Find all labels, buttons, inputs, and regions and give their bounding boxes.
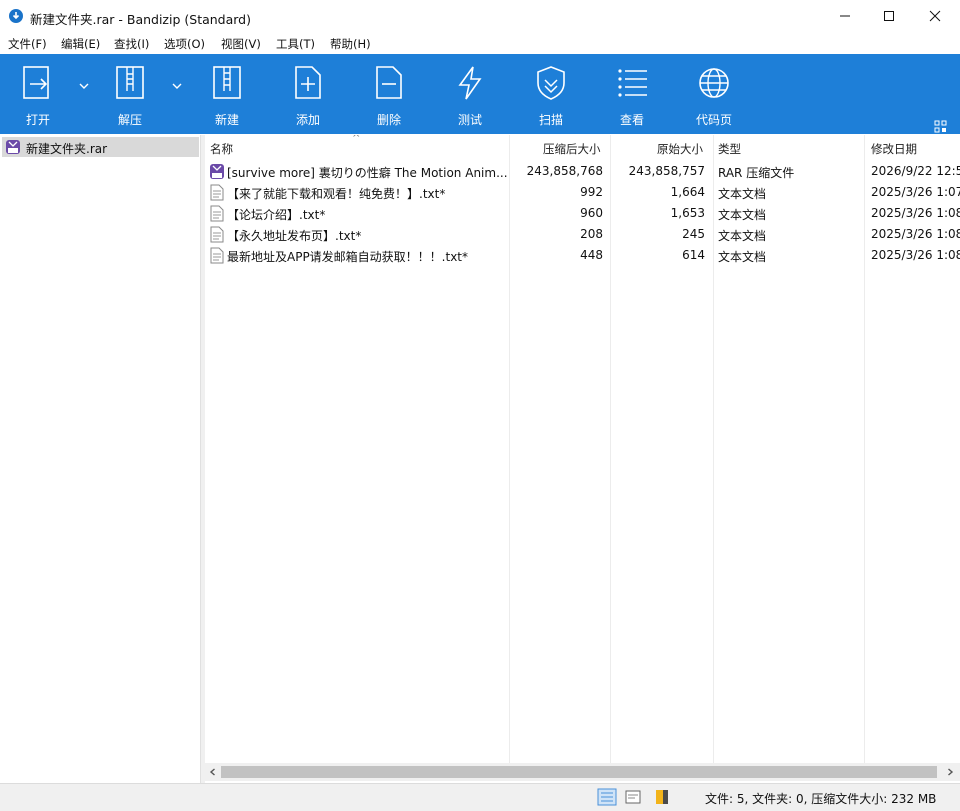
menu-bar: 文件(F) 编辑(E) 查找(I) 选项(O) 视图(V) 工具(T) 帮助(H… [0,32,960,54]
file-original-size: 243,858,757 [628,164,705,178]
file-row[interactable]: [survive more] 裏切りの性癖 The Motion Anim...… [205,161,960,182]
file-original-size: 614 [682,248,705,262]
codepage-globe-icon [699,68,729,98]
preview-pane-icon[interactable] [623,788,643,806]
open-icon [23,66,49,99]
close-button[interactable] [912,0,958,32]
add-label: 添加 [295,113,320,127]
text-file-icon [210,184,224,201]
rar-archive-icon [6,140,20,154]
bandizip-app-icon [9,9,23,23]
scroll-right-icon[interactable] [945,767,955,777]
file-type: 文本文档 [718,250,767,264]
test-button[interactable]: 测试 [440,54,500,134]
sort-ascending-icon: ^ [352,135,361,144]
menu-tools[interactable]: 工具(T) [276,36,315,52]
extract-button[interactable]: 解压 [100,54,160,134]
minimize-button[interactable] [822,0,868,32]
extract-label: 解压 [117,113,142,127]
file-modified: 2025/3/26 1:08 [871,206,960,220]
delete-label: 删除 [376,113,401,127]
scan-shield-icon [537,66,565,100]
folder-bookmark-icon[interactable] [653,788,673,806]
minimize-icon [840,15,850,17]
text-file-icon [210,247,224,264]
menu-find[interactable]: 查找(I) [114,36,149,52]
chevron-down-icon[interactable] [77,79,91,93]
extract-icon [116,66,144,99]
file-type: 文本文档 [718,208,767,222]
add-file-icon [295,66,321,99]
window-title: 新建文件夹.rar - Bandizip (Standard) [30,12,251,27]
menu-help[interactable]: 帮助(H) [330,36,371,52]
open-button[interactable]: 打开 [8,54,68,134]
horizontal-scrollbar[interactable] [205,763,960,781]
file-row[interactable]: 最新地址及APP请发邮箱自动获取！！！.txt* 448 614 文本文档 20… [205,245,960,266]
file-packed-size: 243,858,768 [526,164,603,178]
scan-button[interactable]: 扫描 [521,54,581,134]
status-text: 文件: 5, 文件夹: 0, 压缩文件大小: 232 MB [705,792,937,806]
file-name: 【论坛介绍】.txt* [227,208,326,222]
file-name: 【来了就能下载和观看！纯免费！】.txt* [227,187,446,201]
toolbar: 打开 解压 新建 添加 删除 测试 扫描 查看 代码页 [0,54,960,134]
file-list: ^ 名称 压缩后大小 原始大小 类型 修改日期 [survive more] 裏… [205,135,960,763]
scrollbar-thumb[interactable] [221,766,937,778]
text-file-icon [210,205,224,222]
file-packed-size: 960 [580,206,603,220]
file-original-size: 1,653 [670,206,705,220]
maximize-button[interactable] [866,0,912,32]
codepage-label: 代码页 [695,113,732,127]
file-modified: 2026/9/22 12:5 [871,164,960,178]
file-row[interactable]: 【永久地址发布页】.txt* 208 245 文本文档 2025/3/26 1:… [205,224,960,245]
file-name: [survive more] 裏切りの性癖 The Motion Anim... [227,166,508,180]
details-view-icon[interactable] [597,788,617,806]
layout-toggle-icon[interactable] [934,120,948,134]
test-icon [458,66,482,100]
new-label: 新建 [214,113,239,127]
file-name: 最新地址及APP请发邮箱自动获取！！！.txt* [227,250,469,264]
file-packed-size: 208 [580,227,603,241]
file-modified: 2025/3/26 1:08 [871,248,960,262]
chevron-down-icon[interactable] [170,79,184,93]
tree-item-archive[interactable]: 新建文件夹.rar [2,137,199,157]
text-file-icon [210,226,224,243]
new-archive-icon [213,66,241,99]
view-button[interactable]: 查看 [602,54,662,134]
file-packed-size: 992 [580,185,603,199]
archive-tree: 新建文件夹.rar [0,135,201,783]
file-name: 【永久地址发布页】.txt* [227,229,362,243]
scan-label: 扫描 [538,113,563,127]
delete-file-icon [376,66,402,99]
view-label: 查看 [619,113,644,127]
file-type: 文本文档 [718,187,767,201]
title-bar: 新建文件夹.rar - Bandizip (Standard) [0,0,960,32]
menu-view[interactable]: 视图(V) [221,36,261,52]
add-button[interactable]: 添加 [278,54,338,134]
maximize-icon [884,11,894,21]
menu-options[interactable]: 选项(O) [164,36,205,52]
file-type: RAR 压缩文件 [718,166,795,180]
scroll-left-icon[interactable] [208,767,218,777]
menu-edit[interactable]: 编辑(E) [61,36,100,52]
test-label: 测试 [457,113,482,127]
file-row[interactable]: 【来了就能下载和观看！纯免费！】.txt* 992 1,664 文本文档 202… [205,182,960,203]
file-packed-size: 448 [580,248,603,262]
new-archive-button[interactable]: 新建 [197,54,257,134]
file-row[interactable]: 【论坛介绍】.txt* 960 1,653 文本文档 2025/3/26 1:0… [205,203,960,224]
menu-file[interactable]: 文件(F) [8,36,47,52]
status-bar: 文件: 5, 文件夹: 0, 压缩文件大小: 232 MB [0,783,960,811]
codepage-button[interactable]: 代码页 [684,54,744,134]
file-modified: 2025/3/26 1:07 [871,185,960,199]
file-type: 文本文档 [718,229,767,243]
close-icon [929,10,941,22]
file-original-size: 1,664 [670,185,705,199]
file-original-size: 245 [682,227,705,241]
file-modified: 2025/3/26 1:08 [871,227,960,241]
tree-item-label: 新建文件夹.rar [26,142,108,156]
open-label: 打开 [25,113,50,127]
delete-button[interactable]: 删除 [359,54,419,134]
view-list-icon [618,69,647,97]
rar-archive-icon [210,164,224,179]
